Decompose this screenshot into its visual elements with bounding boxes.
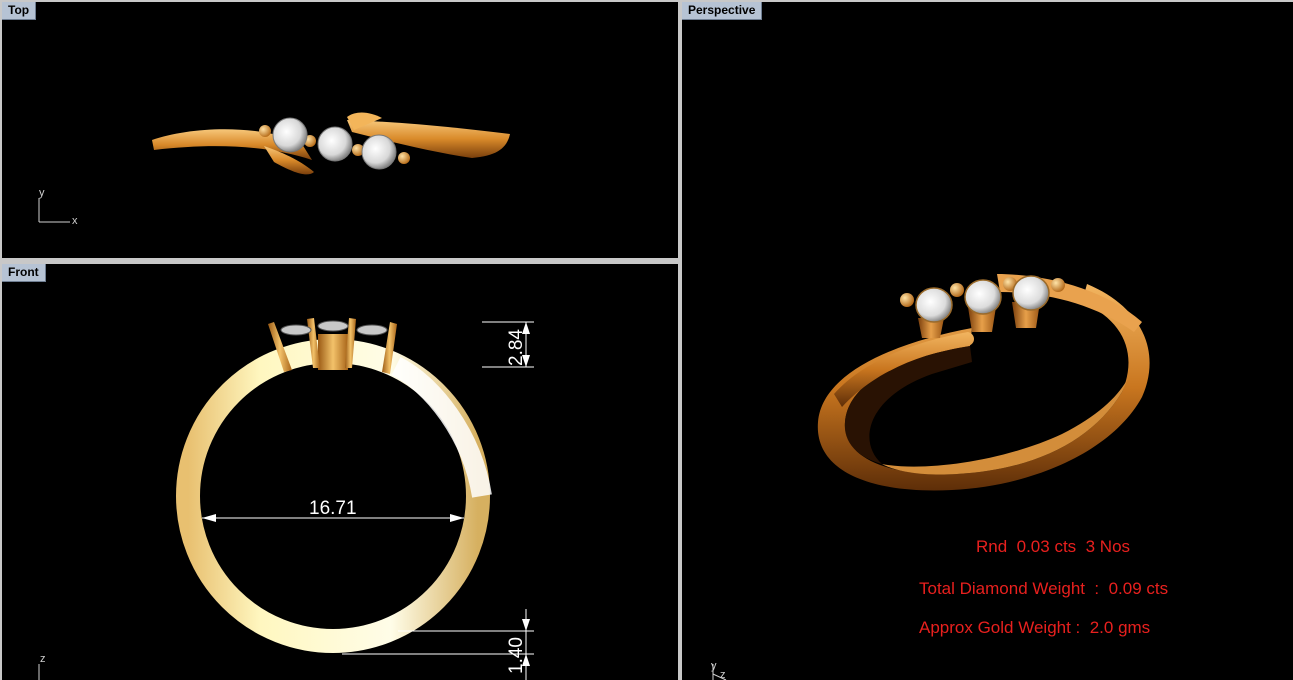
dimension-inner-diameter-value: 16.71 [309, 498, 357, 519]
viewport-perspective[interactable]: Perspective y z Rnd 0.03 cts 3 Nos Total… [682, 2, 1293, 680]
stone-right [356, 324, 388, 336]
bead-p-4 [1051, 278, 1065, 292]
axis-indicator-perspective: y z [711, 660, 727, 680]
axis-label-z: z [40, 653, 46, 665]
diamond-p-1 [915, 287, 953, 323]
diamond-p-3 [1012, 275, 1050, 311]
diamond-3 [361, 134, 397, 170]
viewport-top[interactable]: Top y x [2, 2, 678, 258]
axis-label-p-y: y [711, 660, 717, 672]
ring-front-view [176, 318, 492, 653]
axis-indicator-top: y x [38, 187, 78, 227]
bead-p-2 [950, 283, 964, 297]
viewport-title-front[interactable]: Front [2, 264, 46, 282]
spec-round-stones: Rnd 0.03 cts 3 Nos [976, 537, 1131, 556]
axis-label-p-z: z [720, 669, 726, 680]
ring-top-view [152, 112, 510, 175]
dimension-top-height-value: 2.84 [506, 329, 527, 366]
diamond-1 [272, 117, 308, 153]
bead-1 [259, 125, 271, 137]
top-view-render: y x [38, 112, 510, 227]
bead-p-1 [900, 293, 914, 307]
bead-4 [398, 152, 410, 164]
diamond-2 [317, 126, 353, 162]
viewport-title-perspective[interactable]: Perspective [682, 2, 763, 20]
viewport-title-top[interactable]: Top [2, 2, 37, 20]
dimension-band-thickness-value: 1.40 [506, 637, 527, 674]
dimension-inner-diameter: 16.71 [202, 498, 464, 522]
axis-label-x: x [72, 215, 78, 227]
stone-left [280, 324, 312, 336]
front-view-render: 16.71 2.84 1.40 z [38, 318, 534, 680]
spec-gold-weight: Approx Gold Weight : 2.0 gms [919, 618, 1151, 637]
dimension-top-height: 2.84 [482, 321, 534, 368]
axis-label-y: y [39, 187, 45, 199]
stone-center [317, 320, 349, 332]
diamond-p-2 [964, 279, 1002, 315]
viewport-front[interactable]: Front 16.71 2.84 1.40 z [2, 264, 678, 680]
ring-perspective-view [817, 274, 1150, 491]
spec-total-diamond-weight: Total Diamond Weight : 0.09 cts [919, 579, 1169, 598]
band-inner-face [844, 346, 972, 464]
axis-indicator-front: z [38, 653, 46, 680]
band-lower-face [882, 374, 1130, 475]
center-setting [318, 334, 348, 370]
